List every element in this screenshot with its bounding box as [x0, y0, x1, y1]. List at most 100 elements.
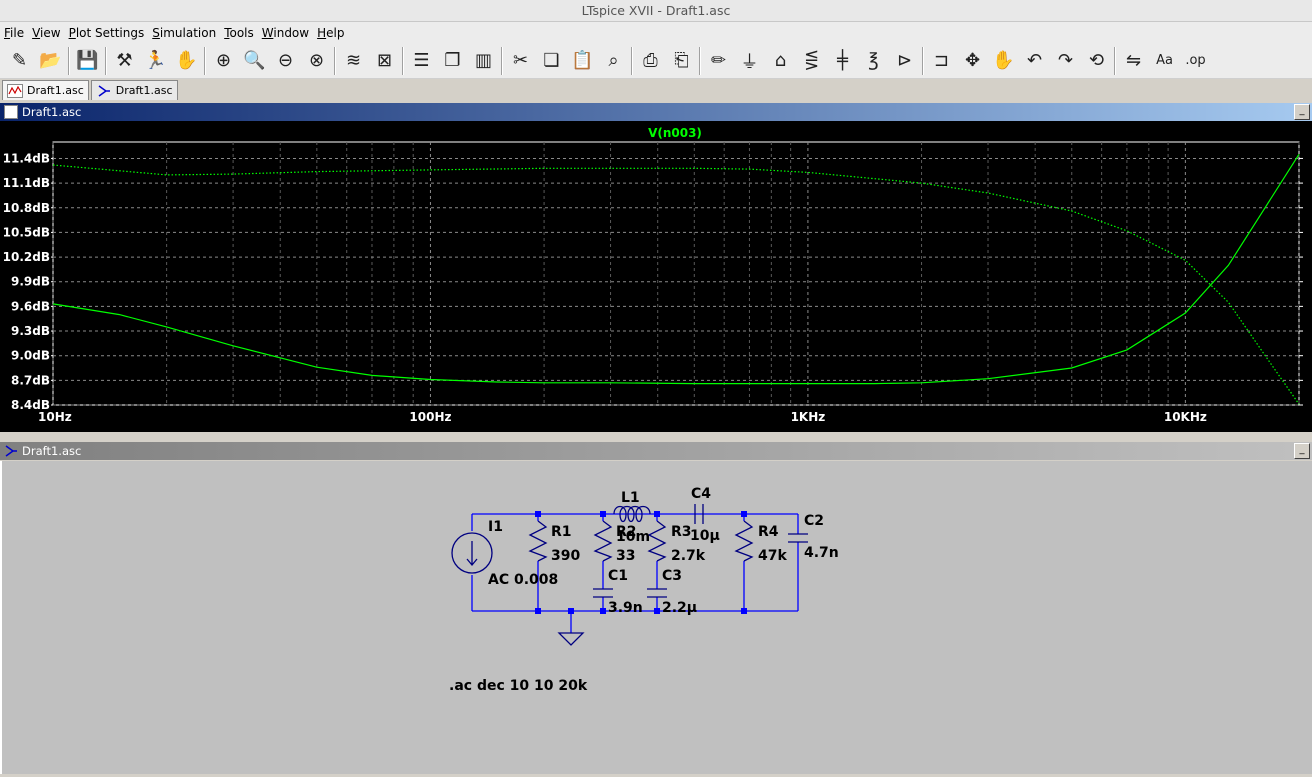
- x-tick-label: 10KHz: [1164, 410, 1207, 424]
- drag-icon[interactable]: ✋: [988, 46, 1019, 76]
- resistor-r4[interactable]: [734, 520, 754, 562]
- paste-icon[interactable]: 📋: [567, 46, 598, 76]
- i1-ref[interactable]: I1: [488, 519, 503, 535]
- component-icon[interactable]: ⊐: [926, 46, 957, 76]
- inductor-icon[interactable]: ℥: [858, 46, 889, 76]
- diode-icon[interactable]: ⊳: [889, 46, 920, 76]
- print-setup-icon[interactable]: ⎗: [666, 46, 697, 76]
- tab-schematic-label: Draft1.asc: [115, 84, 173, 97]
- menu-bar: File View Plot Settings Simulation Tools Wind…: [0, 22, 1312, 43]
- c4-value[interactable]: 10µ: [690, 528, 720, 544]
- y-tick-label: 10.8dB: [3, 201, 50, 215]
- r3-ref[interactable]: R3: [671, 524, 692, 540]
- copy-icon[interactable]: ❏: [536, 46, 567, 76]
- hide-trace-icon[interactable]: ⊠: [369, 46, 400, 76]
- pan-icon[interactable]: 🔍: [239, 46, 270, 76]
- ground-icon[interactable]: ⏚: [734, 46, 765, 76]
- tab-waveform[interactable]: Draft1.asc: [2, 80, 89, 100]
- tile-horizontal-icon[interactable]: ☰: [406, 46, 437, 76]
- halt-icon[interactable]: ✋: [171, 46, 202, 76]
- menu-window[interactable]: Window: [260, 26, 315, 40]
- menu-view[interactable]: View: [30, 26, 66, 40]
- component-labels: I1 AC 0.008 R1 390 R2 33 C1 3.9n L1 10m …: [449, 486, 839, 694]
- c2-ref[interactable]: C2: [804, 513, 824, 529]
- plot-frame: [52, 141, 1300, 406]
- l1-value[interactable]: 10m: [616, 529, 650, 545]
- toolbar-separator: [68, 46, 70, 75]
- open-icon[interactable]: 📂: [35, 46, 66, 76]
- r3-value[interactable]: 2.7k: [671, 548, 706, 564]
- trace-label[interactable]: V(n003): [648, 126, 702, 140]
- r4-ref[interactable]: R4: [758, 524, 779, 540]
- tab-schematic[interactable]: Draft1.asc: [90, 80, 178, 100]
- schematic-canvas[interactable]: I1 AC 0.008 R1 390 R2 33 C1 3.9n L1 10m …: [0, 461, 1312, 774]
- c3-value[interactable]: 2.2µ: [662, 600, 697, 616]
- spice-directive[interactable]: .ac dec 10 10 20k: [449, 678, 588, 694]
- c4-ref[interactable]: C4: [691, 486, 711, 502]
- y-tick-label: 8.7dB: [11, 373, 50, 387]
- toolbar-separator: [105, 46, 107, 75]
- y-tick-label: 10.5dB: [3, 225, 50, 239]
- x-tick-label: 1KHz: [791, 410, 826, 424]
- move-icon[interactable]: ✥: [957, 46, 988, 76]
- spice-directive-icon[interactable]: .op: [1180, 46, 1211, 76]
- tile-vertical-icon[interactable]: ▥: [468, 46, 499, 76]
- y-tick-label: 9.0dB: [11, 349, 50, 363]
- rotate-icon[interactable]: ⟲: [1081, 46, 1112, 76]
- window-title-bar: LTspice XVII - Draft1.asc: [0, 0, 1312, 22]
- capacitor-c1[interactable]: [593, 588, 613, 598]
- i1-value[interactable]: AC 0.008: [488, 572, 558, 588]
- text-icon[interactable]: Aa: [1149, 46, 1180, 76]
- resistor-r3[interactable]: [647, 520, 667, 562]
- schematic-drawing[interactable]: I1 AC 0.008 R1 390 R2 33 C1 3.9n L1 10m …: [2, 461, 1312, 774]
- resistor-r2[interactable]: [593, 520, 613, 562]
- save-icon[interactable]: 💾: [72, 46, 103, 76]
- wire-icon[interactable]: ✏: [703, 46, 734, 76]
- redo-icon[interactable]: ↷: [1050, 46, 1081, 76]
- plot-minimize-button[interactable]: _: [1294, 104, 1310, 120]
- r4-value[interactable]: 47k: [758, 548, 787, 564]
- menu-plot-settings[interactable]: Plot Settings: [67, 26, 151, 40]
- plot-window-title: Draft1.asc: [22, 105, 82, 119]
- waveform-plot[interactable]: 8.4dB 8.7dB 9.0dB 9.3dB 9.6dB 9.9dB 10.2dB 10.5…: [0, 121, 1312, 432]
- print-icon[interactable]: ⎙: [635, 46, 666, 76]
- menu-simulation[interactable]: Simulation: [150, 26, 222, 40]
- schematic-window-titlebar[interactable]: Draft1.asc _: [0, 442, 1312, 460]
- run-icon[interactable]: 🏃: [140, 46, 171, 76]
- waveform-chart[interactable]: 8.4dB8.7dB9.0dB9.3dB9.6dB9.9dB10.2dB10.5…: [0, 121, 1312, 432]
- control-panel-icon[interactable]: ⚒: [109, 46, 140, 76]
- y-tick-label: 9.6dB: [11, 299, 50, 313]
- capacitor-icon[interactable]: ╪: [827, 46, 858, 76]
- resistor-icon[interactable]: ⋚: [796, 46, 827, 76]
- mirror-icon[interactable]: ⇋: [1118, 46, 1149, 76]
- new-schematic-icon[interactable]: ✎: [4, 46, 35, 76]
- c2-value[interactable]: 4.7n: [804, 545, 839, 561]
- l1-ref[interactable]: L1: [621, 490, 640, 506]
- ground-symbol[interactable]: [557, 632, 585, 646]
- r2-value[interactable]: 33: [616, 548, 635, 564]
- capacitor-c2[interactable]: [788, 533, 808, 543]
- schematic-window-title: Draft1.asc: [22, 444, 82, 458]
- autorange-icon[interactable]: ≋: [338, 46, 369, 76]
- c1-value[interactable]: 3.9n: [608, 600, 643, 616]
- menu-tools[interactable]: Tools: [222, 26, 260, 40]
- label-net-icon[interactable]: ⌂: [765, 46, 796, 76]
- cut-icon[interactable]: ✂: [505, 46, 536, 76]
- zoom-fit-icon[interactable]: ⊗: [301, 46, 332, 76]
- zoom-in-icon[interactable]: ⊕: [208, 46, 239, 76]
- capacitor-c3[interactable]: [647, 588, 667, 598]
- zoom-out-icon[interactable]: ⊖: [270, 46, 301, 76]
- plot-window-titlebar[interactable]: Draft1.asc _: [0, 103, 1312, 121]
- menu-file[interactable]: File: [2, 26, 30, 40]
- find-icon[interactable]: ⌕: [598, 46, 629, 76]
- toolbar-separator: [631, 46, 633, 75]
- undo-icon[interactable]: ↶: [1019, 46, 1050, 76]
- c1-ref[interactable]: C1: [608, 568, 628, 584]
- schematic-minimize-button[interactable]: _: [1294, 443, 1310, 459]
- resistor-r1[interactable]: [528, 520, 548, 562]
- c3-ref[interactable]: C3: [662, 568, 682, 584]
- r1-value[interactable]: 390: [551, 548, 580, 564]
- menu-help[interactable]: Help: [315, 26, 350, 40]
- r1-ref[interactable]: R1: [551, 524, 572, 540]
- cascade-icon[interactable]: ❐: [437, 46, 468, 76]
